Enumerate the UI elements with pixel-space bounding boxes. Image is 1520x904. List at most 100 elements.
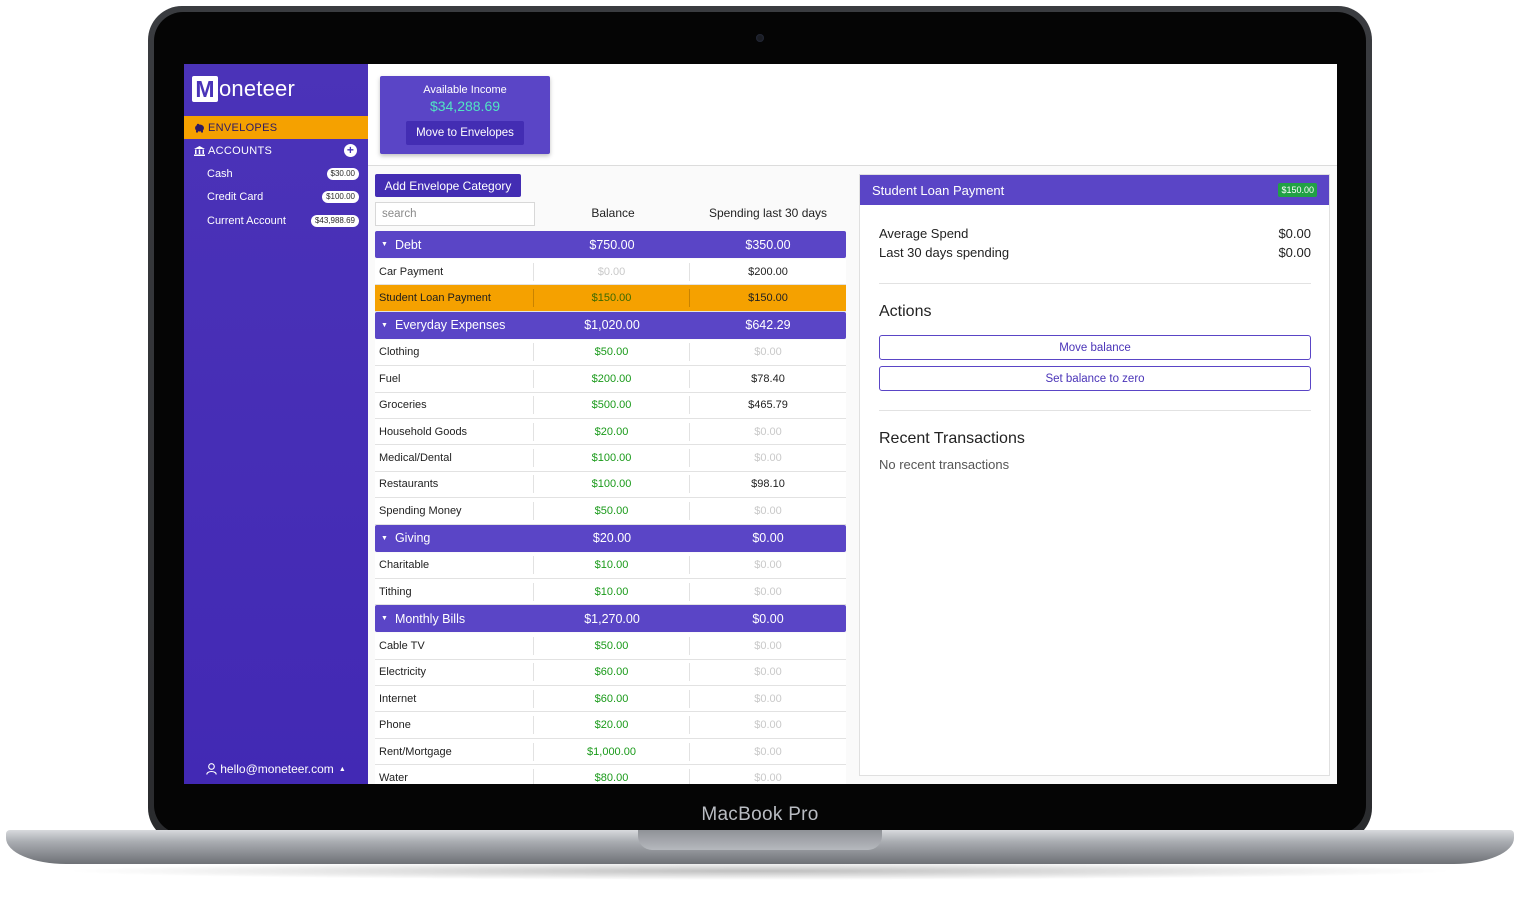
envelope-balance[interactable]: $500.00 <box>534 396 690 415</box>
envelope-balance[interactable]: $20.00 <box>534 716 690 735</box>
envelope-balance[interactable]: $50.00 <box>534 636 690 655</box>
envelope-balance[interactable]: $60.00 <box>534 689 690 708</box>
set-balance-zero-button[interactable]: Set balance to zero <box>879 366 1311 391</box>
add-account-icon[interactable]: + <box>344 144 357 157</box>
caret-down-icon[interactable]: ▼ <box>381 241 388 248</box>
app-logo[interactable]: M oneteer <box>192 75 295 103</box>
envelope-name: Rent/Mortgage <box>375 742 534 761</box>
envelope-spending: $0.00 <box>754 346 782 359</box>
envelope-row[interactable]: Restaurants $100.00 $98.10 <box>375 471 846 499</box>
category-name-cell: ▼ Giving <box>375 531 534 545</box>
envelope-balance[interactable]: $150.00 <box>534 289 690 308</box>
envelope-name: Student Loan Payment <box>375 289 534 308</box>
envelope-balance[interactable]: $10.00 <box>534 582 690 601</box>
envelope-row[interactable]: Household Goods $20.00 $0.00 <box>375 418 846 446</box>
caret-up-icon: ▲ <box>338 765 346 773</box>
divider <box>879 410 1311 411</box>
device-brand-label: MacBook Pro <box>701 804 819 825</box>
envelope-balance[interactable]: $200.00 <box>534 369 690 388</box>
envelope-balance[interactable]: $0.00 <box>534 262 690 281</box>
move-to-envelopes-button[interactable]: Move to Envelopes <box>406 121 524 145</box>
envelope-row[interactable]: Car Payment $0.00 $200.00 <box>375 259 846 286</box>
detail-header: Student Loan Payment $150.00 <box>860 175 1329 205</box>
app-screen: M oneteer ENVELOPES ACCOUNTS + Cash $30.… <box>184 64 1337 784</box>
envelope-name: Tithing <box>375 582 534 601</box>
envelope-balance[interactable]: $50.00 <box>534 343 690 362</box>
move-balance-button[interactable]: Move balance <box>879 335 1311 360</box>
envelope-row[interactable]: Tithing $10.00 $0.00 <box>375 578 846 606</box>
sidebar-account-credit-card[interactable]: Credit Card $100.00 <box>207 187 359 207</box>
envelope-row[interactable]: Student Loan Payment $150.00 $150.00 <box>375 285 846 312</box>
average-spend-label: Average Spend <box>879 226 969 241</box>
category-row[interactable]: ▼ Giving $20.00 $0.00 <box>375 524 846 552</box>
actions-title: Actions <box>879 303 932 320</box>
envelope-row[interactable]: Medical/Dental $100.00 $0.00 <box>375 445 846 472</box>
envelope-balance[interactable]: $100.00 <box>534 449 690 468</box>
envelope-balance[interactable]: $20.00 <box>534 422 690 441</box>
divider <box>879 283 1311 284</box>
envelope-balance[interactable]: $100.00 <box>534 475 690 494</box>
envelope-row[interactable]: Internet $60.00 $0.00 <box>375 686 846 713</box>
envelope-name: Charitable <box>375 556 534 575</box>
last30-spending-label: Last 30 days spending <box>879 245 1010 260</box>
sidebar-item-envelopes[interactable]: ENVELOPES <box>184 116 368 139</box>
category-balance: $750.00 <box>589 237 635 252</box>
envelope-spending: $0.00 <box>754 692 782 705</box>
search-input[interactable] <box>375 202 535 226</box>
envelope-row[interactable]: Water $80.00 $0.00 <box>375 765 846 784</box>
envelope-name: Household Goods <box>375 422 534 441</box>
envelope-balance[interactable]: $10.00 <box>534 556 690 575</box>
category-name: Giving <box>394 531 431 546</box>
envelope-balance[interactable]: $50.00 <box>534 501 690 520</box>
envelope-name: Cable TV <box>375 636 534 655</box>
envelope-row[interactable]: Groceries $500.00 $465.79 <box>375 392 846 419</box>
last30-spending-value: $0.00 <box>1278 245 1311 260</box>
envelope-name: Medical/Dental <box>375 449 534 468</box>
category-spending: $642.29 <box>745 318 791 333</box>
account-balance-badge: $30.00 <box>326 168 359 180</box>
category-name-cell: ▼ Monthly Bills <box>375 612 534 626</box>
envelope-row[interactable]: Charitable $10.00 $0.00 <box>375 552 846 579</box>
envelope-name: Car Payment <box>375 262 534 281</box>
sidebar-account-cash[interactable]: Cash $30.00 <box>207 164 359 184</box>
category-name-cell: ▼ Debt <box>375 238 534 252</box>
envelope-spending: $200.00 <box>748 265 788 278</box>
envelope-spending: $0.00 <box>754 585 782 598</box>
category-balance: $1,270.00 <box>584 611 640 626</box>
envelope-balance[interactable]: $1,000.00 <box>534 742 690 761</box>
envelope-spending: $0.00 <box>754 666 782 679</box>
envelope-row[interactable]: Electricity $60.00 $0.00 <box>375 659 846 687</box>
average-spend-value: $0.00 <box>1278 226 1311 241</box>
envelope-spending: $0.00 <box>754 745 782 758</box>
sidebar-item-accounts[interactable]: ACCOUNTS + <box>184 139 368 162</box>
income-label: Available Income <box>423 84 507 96</box>
caret-down-icon[interactable]: ▼ <box>381 322 388 329</box>
detail-title: Student Loan Payment <box>872 182 1005 198</box>
envelope-row[interactable]: Cable TV $50.00 $0.00 <box>375 633 846 660</box>
add-envelope-category-button[interactable]: Add Envelope Category <box>375 174 521 197</box>
account-balance-badge: $43,988.69 <box>310 215 359 227</box>
envelope-row[interactable]: Spending Money $50.00 $0.00 <box>375 498 846 525</box>
envelope-name: Electricity <box>375 663 534 682</box>
envelope-balance[interactable]: $80.00 <box>534 768 690 784</box>
envelope-spending: $0.00 <box>754 719 782 732</box>
envelope-row[interactable]: Clothing $50.00 $0.00 <box>375 339 846 367</box>
envelope-row[interactable]: Fuel $200.00 $78.40 <box>375 366 846 393</box>
envelope-name: Clothing <box>375 343 534 362</box>
category-row[interactable]: ▼ Monthly Bills $1,270.00 $0.00 <box>375 605 846 633</box>
envelope-name: Fuel <box>375 369 534 388</box>
caret-down-icon[interactable]: ▼ <box>381 535 388 542</box>
bank-icon <box>193 145 205 157</box>
category-row[interactable]: ▼ Debt $750.00 $350.00 <box>375 231 846 258</box>
camera-icon <box>756 34 764 42</box>
envelope-row[interactable]: Rent/Mortgage $1,000.00 $0.00 <box>375 738 846 766</box>
envelope-spending: $0.00 <box>754 452 782 465</box>
caret-down-icon[interactable]: ▼ <box>381 615 388 622</box>
user-menu[interactable]: hello@moneteer.com ▲ <box>184 762 368 776</box>
envelope-row[interactable]: Phone $20.00 $0.00 <box>375 712 846 739</box>
envelope-balance[interactable]: $60.00 <box>534 663 690 682</box>
envelope-spending: $150.00 <box>748 292 788 305</box>
category-row[interactable]: ▼ Everyday Expenses $1,020.00 $642.29 <box>375 311 846 339</box>
sidebar-account-current-account[interactable]: Current Account $43,988.69 <box>207 211 359 231</box>
sidebar: M oneteer ENVELOPES ACCOUNTS + Cash $30.… <box>184 64 368 784</box>
